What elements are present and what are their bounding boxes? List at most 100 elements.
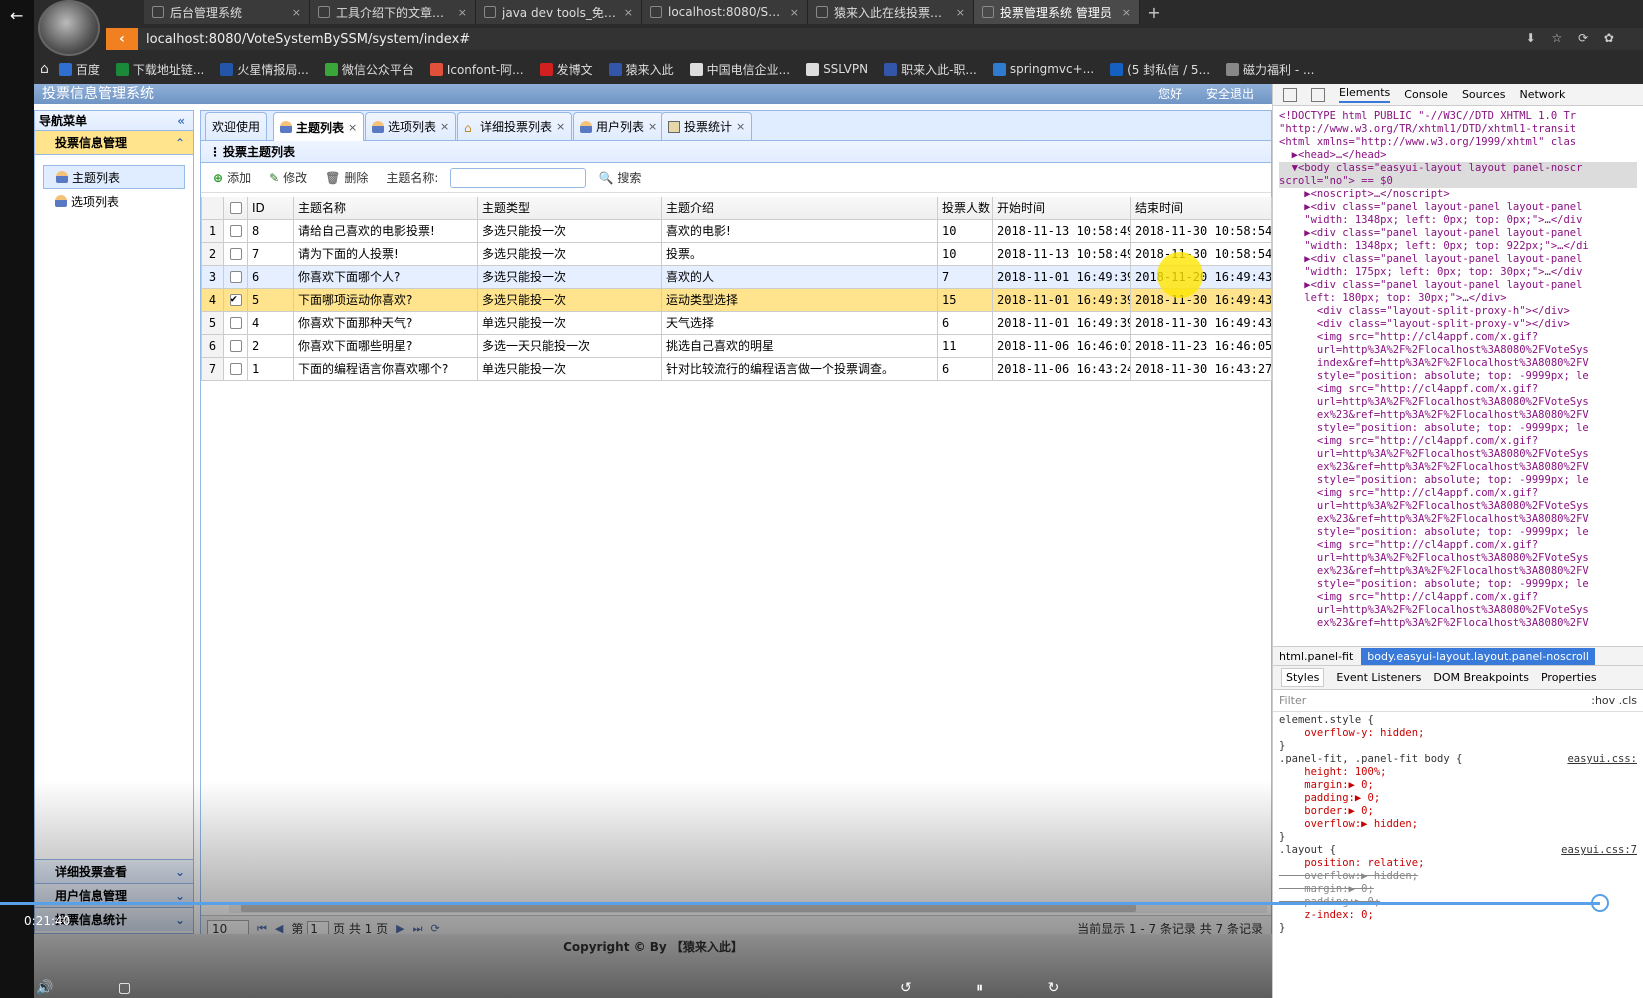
row-checkbox-cell[interactable]: [223, 241, 248, 266]
browser-tab[interactable]: localhost:8080/Stu... ×: [642, 0, 808, 24]
column-header[interactable]: ID: [247, 197, 294, 220]
search-button[interactable]: 🔍 搜索: [592, 169, 647, 186]
close-icon[interactable]: ×: [624, 6, 633, 19]
home-icon[interactable]: ⌂: [40, 61, 49, 77]
edit-button[interactable]: ✎ 修改: [263, 169, 313, 186]
column-header[interactable]: 主题类型: [477, 197, 662, 220]
dom-line[interactable]: url=http%3A%2F%2Flocalhost%3A8080%2FVote…: [1279, 552, 1637, 565]
dom-line[interactable]: url=http%3A%2F%2Flocalhost%3A8080%2FVote…: [1279, 396, 1637, 409]
bookmark-item[interactable]: SSLVPN: [800, 62, 874, 76]
tab-styles[interactable]: Styles: [1281, 668, 1325, 687]
browser-tab[interactable]: 猿来入此在线投票系统 ×: [808, 0, 974, 24]
close-icon[interactable]: ×: [440, 120, 449, 133]
tab-elements[interactable]: Elements: [1339, 86, 1391, 103]
styles-filter[interactable]: Filter :hov .cls: [1273, 690, 1643, 712]
close-icon[interactable]: ×: [458, 6, 467, 19]
table-row[interactable]: 45下面哪项运动你喜欢?多选只能投一次运动类型选择152018-11-01 16…: [201, 287, 1272, 312]
dom-line[interactable]: style="position: absolute; top: -9999px;…: [1279, 370, 1637, 383]
row-checkbox[interactable]: [229, 340, 242, 352]
tab-topic-list[interactable]: 主题列表 ×: [273, 112, 365, 141]
dom-line[interactable]: style="position: absolute; top: -9999px;…: [1279, 422, 1637, 435]
dom-line[interactable]: <img src="http://cl4appf.com/x.gif?: [1279, 591, 1637, 604]
row-checkbox-cell[interactable]: [223, 264, 248, 289]
bookmark-item[interactable]: 职来入此-职...: [878, 61, 983, 78]
tab-sources[interactable]: Sources: [1462, 88, 1506, 101]
tab-console[interactable]: Console: [1404, 88, 1448, 101]
nav-item-topic-list[interactable]: 主题列表: [43, 165, 185, 189]
address-bar-icons[interactable]: ⬇ ☆ ⟳ ✿: [1526, 31, 1620, 45]
bookmark-item[interactable]: 中国电信企业...: [684, 61, 796, 78]
add-button[interactable]: ⊕ 添加: [207, 169, 257, 186]
bookmark-item[interactable]: 下载地址链...: [110, 61, 210, 78]
browser-tab[interactable]: 后台管理系统 ×: [144, 0, 310, 24]
delete-button[interactable]: 🗑 删除: [319, 169, 374, 186]
accordion-header-vote-info[interactable]: 投票信息管理 ⌃: [35, 131, 193, 155]
dom-line[interactable]: ex%23&ref=http%3A%2F%2Flocalhost%3A8080%…: [1279, 617, 1637, 630]
tab-event-listeners[interactable]: Event Listeners: [1336, 671, 1421, 684]
tab-network[interactable]: Network: [1519, 88, 1565, 101]
dom-line[interactable]: url=http%3A%2F%2Flocalhost%3A8080%2FVote…: [1279, 604, 1637, 617]
dom-line[interactable]: ▶<head>…</head>: [1279, 149, 1637, 162]
nav-item-option-list[interactable]: 选项列表: [43, 189, 185, 213]
browser-tab[interactable]: 投票管理系统 管理员 ×: [974, 0, 1140, 24]
bookmark-item[interactable]: Iconfont-阿...: [424, 61, 530, 78]
column-header[interactable]: 投票人数: [937, 197, 993, 220]
dom-line[interactable]: <img src="http://cl4appf.com/x.gif?: [1279, 435, 1637, 448]
dom-line[interactable]: ▶<div class="panel layout-panel layout-p…: [1279, 253, 1637, 266]
dom-line[interactable]: ▶<div class="panel layout-panel layout-p…: [1279, 201, 1637, 214]
dom-line[interactable]: url=http%3A%2F%2Flocalhost%3A8080%2FVote…: [1279, 344, 1637, 357]
chevron-up-icon[interactable]: ⌃: [175, 131, 185, 155]
accordion-header-vote-detail[interactable]: 详细投票查看 ⌄: [35, 859, 193, 883]
dom-line[interactable]: ex%23&ref=http%3A%2F%2Flocalhost%3A8080%…: [1279, 513, 1637, 526]
dom-line[interactable]: scroll="no"> == $0: [1279, 175, 1637, 188]
dom-line[interactable]: ex%23&ref=http%3A%2F%2Flocalhost%3A8080%…: [1279, 565, 1637, 578]
dom-line[interactable]: ▶<div class="panel layout-panel layout-p…: [1279, 227, 1637, 240]
browser-tab[interactable]: java dev tools_免费... ×: [476, 0, 642, 24]
bookmark-item[interactable]: 火星情报局...: [214, 61, 314, 78]
dom-line[interactable]: style="position: absolute; top: -9999px;…: [1279, 474, 1637, 487]
filter-toggles[interactable]: :hov .cls: [1591, 694, 1637, 707]
select-all-checkbox[interactable]: [223, 197, 248, 220]
close-icon[interactable]: ×: [956, 6, 965, 19]
close-icon[interactable]: ×: [790, 6, 799, 19]
dom-line[interactable]: "width: 175px; left: 0px; top: 30px;">…<…: [1279, 266, 1637, 279]
column-header[interactable]: 结束时间: [1130, 197, 1272, 220]
breadcrumb-item[interactable]: html.panel-fit: [1279, 650, 1353, 663]
dom-line[interactable]: <div class="layout-split-proxy-h"></div>: [1279, 305, 1637, 318]
dom-line[interactable]: style="position: absolute; top: -9999px;…: [1279, 526, 1637, 539]
logout-link[interactable]: 安全退出: [1206, 87, 1254, 101]
table-row[interactable]: 1 8 请给自己喜欢的电影投票! 多选只能投一次 喜欢的电影! 10 2018-11-13 …: [201, 218, 1272, 243]
dom-line[interactable]: ▼<body class="easyui-layout layout panel…: [1279, 162, 1637, 175]
bookmark-item[interactable]: 微信公众平台: [319, 61, 420, 78]
row-checkbox-cell[interactable]: [223, 333, 248, 358]
back-button[interactable]: ‹: [106, 28, 138, 50]
tab-dom-breakpoints[interactable]: DOM Breakpoints: [1433, 671, 1529, 684]
column-header[interactable]: 主题介绍: [661, 197, 938, 220]
row-checkbox[interactable]: [229, 248, 242, 260]
dom-line[interactable]: "http://www.w3.org/TR/xhtml1/DTD/xhtml1-…: [1279, 123, 1637, 136]
dom-line[interactable]: <!DOCTYPE html PUBLIC "-//W3C//DTD XHTML…: [1279, 110, 1637, 123]
close-icon[interactable]: ×: [292, 6, 301, 19]
table-row[interactable]: 5 4 你喜欢下面那种天气? 单选只能投一次 天气选择 6 2018-11-01 16:49…: [201, 310, 1272, 335]
video-controls-left[interactable]: 🔊 ▢: [36, 980, 161, 996]
close-icon[interactable]: ×: [736, 120, 745, 133]
dom-line[interactable]: <html xmlns="http://www.w3.org/1999/xhtm…: [1279, 136, 1637, 149]
dom-line[interactable]: ▶<noscript>…</noscript>: [1279, 188, 1637, 201]
dom-line[interactable]: url=http%3A%2F%2Flocalhost%3A8080%2FVote…: [1279, 448, 1637, 461]
row-checkbox[interactable]: [229, 225, 242, 237]
row-checkbox[interactable]: [229, 363, 242, 375]
breadcrumb-item-active[interactable]: body.easyui-layout.layout.panel-noscroll: [1361, 647, 1595, 665]
bookmark-item[interactable]: 磁力福利 - ...: [1220, 61, 1320, 78]
dom-line[interactable]: <img src="http://cl4appf.com/x.gif?: [1279, 487, 1637, 500]
checkbox-icon[interactable]: [229, 202, 242, 215]
dom-line[interactable]: style="position: absolute; top: -9999px;…: [1279, 578, 1637, 591]
inspect-icon[interactable]: [1283, 87, 1297, 102]
dom-line[interactable]: <div class="layout-split-proxy-v"></div>: [1279, 318, 1637, 331]
close-icon[interactable]: ×: [1122, 6, 1131, 19]
url-field[interactable]: localhost:8080/VoteSystemBySSM/system/in…: [138, 28, 1643, 50]
dom-line[interactable]: <img src="http://cl4appf.com/x.gif?: [1279, 383, 1637, 396]
video-back-arrow-icon[interactable]: ←: [10, 6, 23, 25]
column-header[interactable]: 主题名称: [293, 197, 478, 220]
dom-line[interactable]: index&ref=http%3A%2F%2Flocalhost%3A8080%…: [1279, 357, 1637, 370]
close-icon[interactable]: ×: [348, 121, 357, 134]
